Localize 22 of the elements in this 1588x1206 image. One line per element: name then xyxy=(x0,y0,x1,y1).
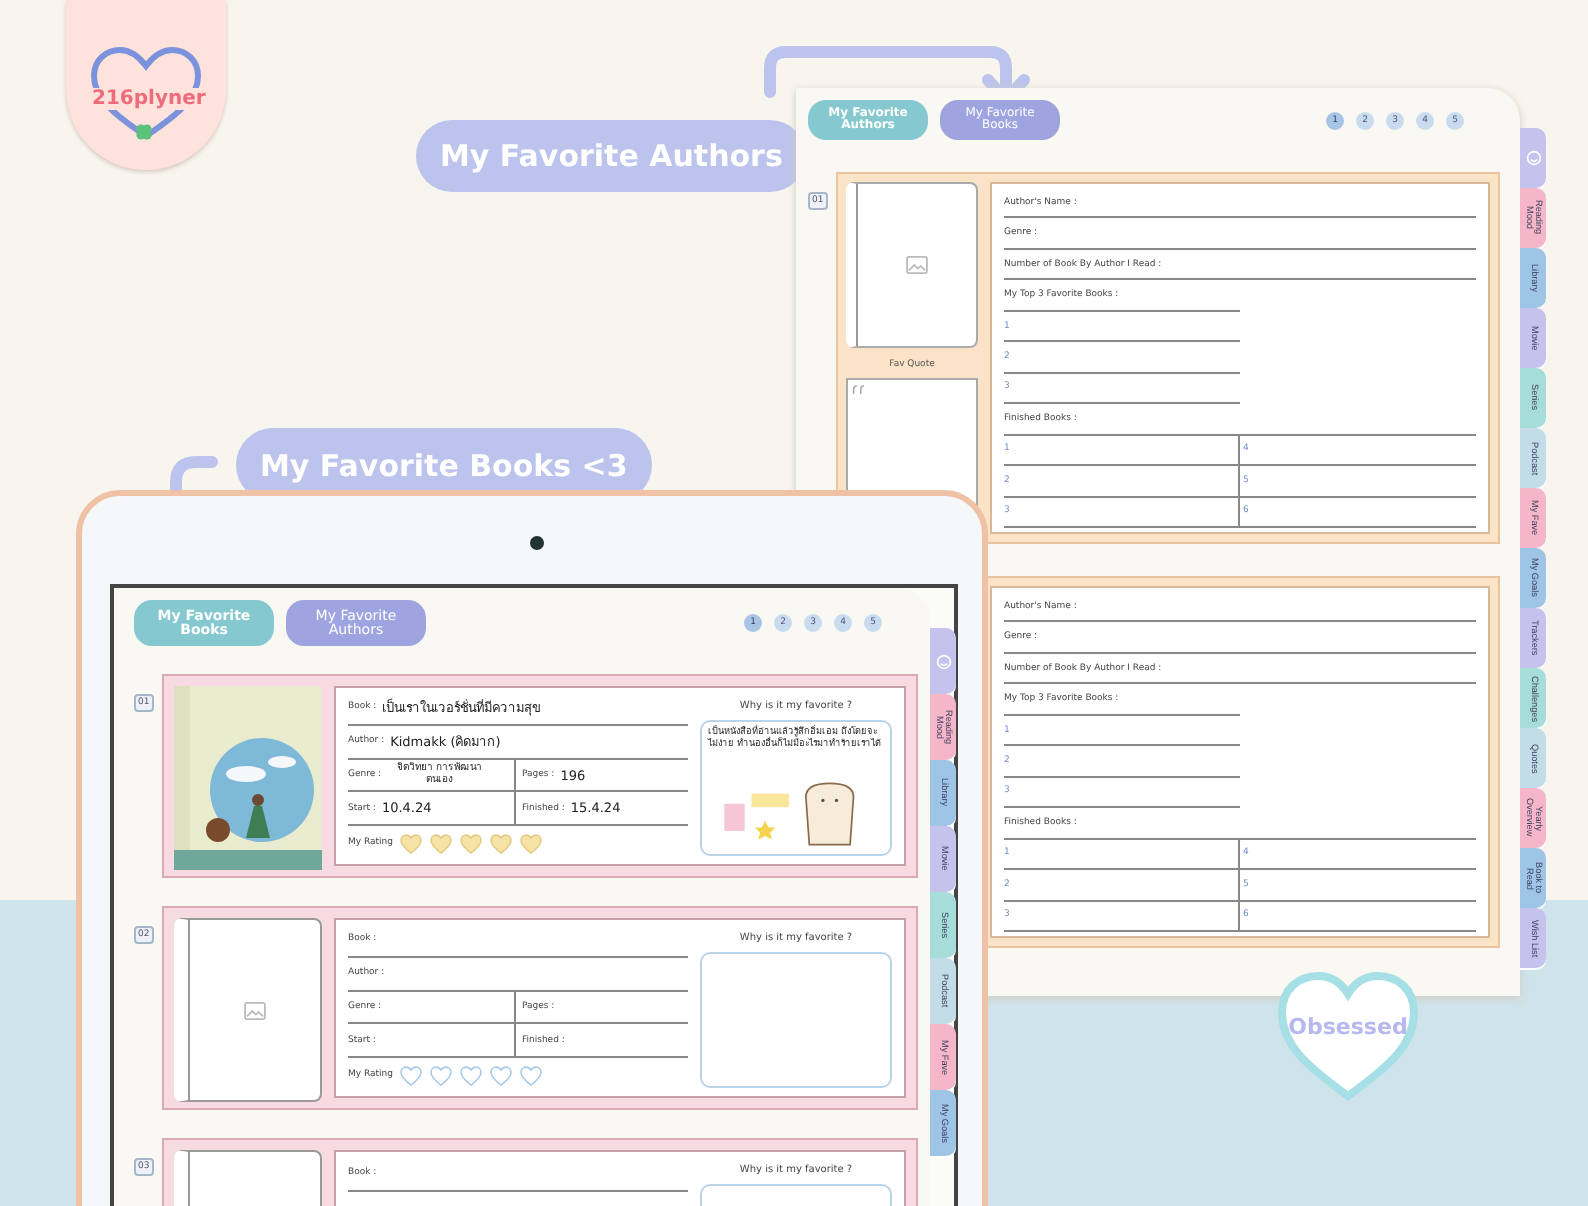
heart-rating-icon[interactable] xyxy=(519,833,541,854)
heart-rating-icon[interactable] xyxy=(489,1065,511,1086)
section-tab[interactable] xyxy=(930,628,956,694)
image-icon xyxy=(905,256,927,274)
section-tab[interactable] xyxy=(1520,128,1546,188)
logo-text: 216plyner xyxy=(90,88,208,110)
heart-rating-icon[interactable] xyxy=(489,833,511,854)
heart-rating-icon[interactable] xyxy=(459,1065,481,1086)
sticker-text: Obsessed xyxy=(1288,1014,1408,1040)
heart-rating-icon[interactable] xyxy=(429,833,451,854)
heart-rating-icon[interactable] xyxy=(519,1065,541,1086)
image-icon xyxy=(243,1001,265,1019)
quote-icon xyxy=(852,384,868,396)
heart-sticker xyxy=(1278,972,1418,1100)
smiley-icon xyxy=(935,653,951,669)
heart-rating-icon[interactable] xyxy=(459,833,481,854)
smiley-icon xyxy=(1525,150,1541,166)
clover-icon xyxy=(134,122,154,142)
heart-rating-icon[interactable] xyxy=(399,1065,421,1086)
heart-rating-icon[interactable] xyxy=(399,833,421,854)
heart-rating-icon[interactable] xyxy=(429,1065,451,1086)
camera-icon xyxy=(530,536,544,550)
